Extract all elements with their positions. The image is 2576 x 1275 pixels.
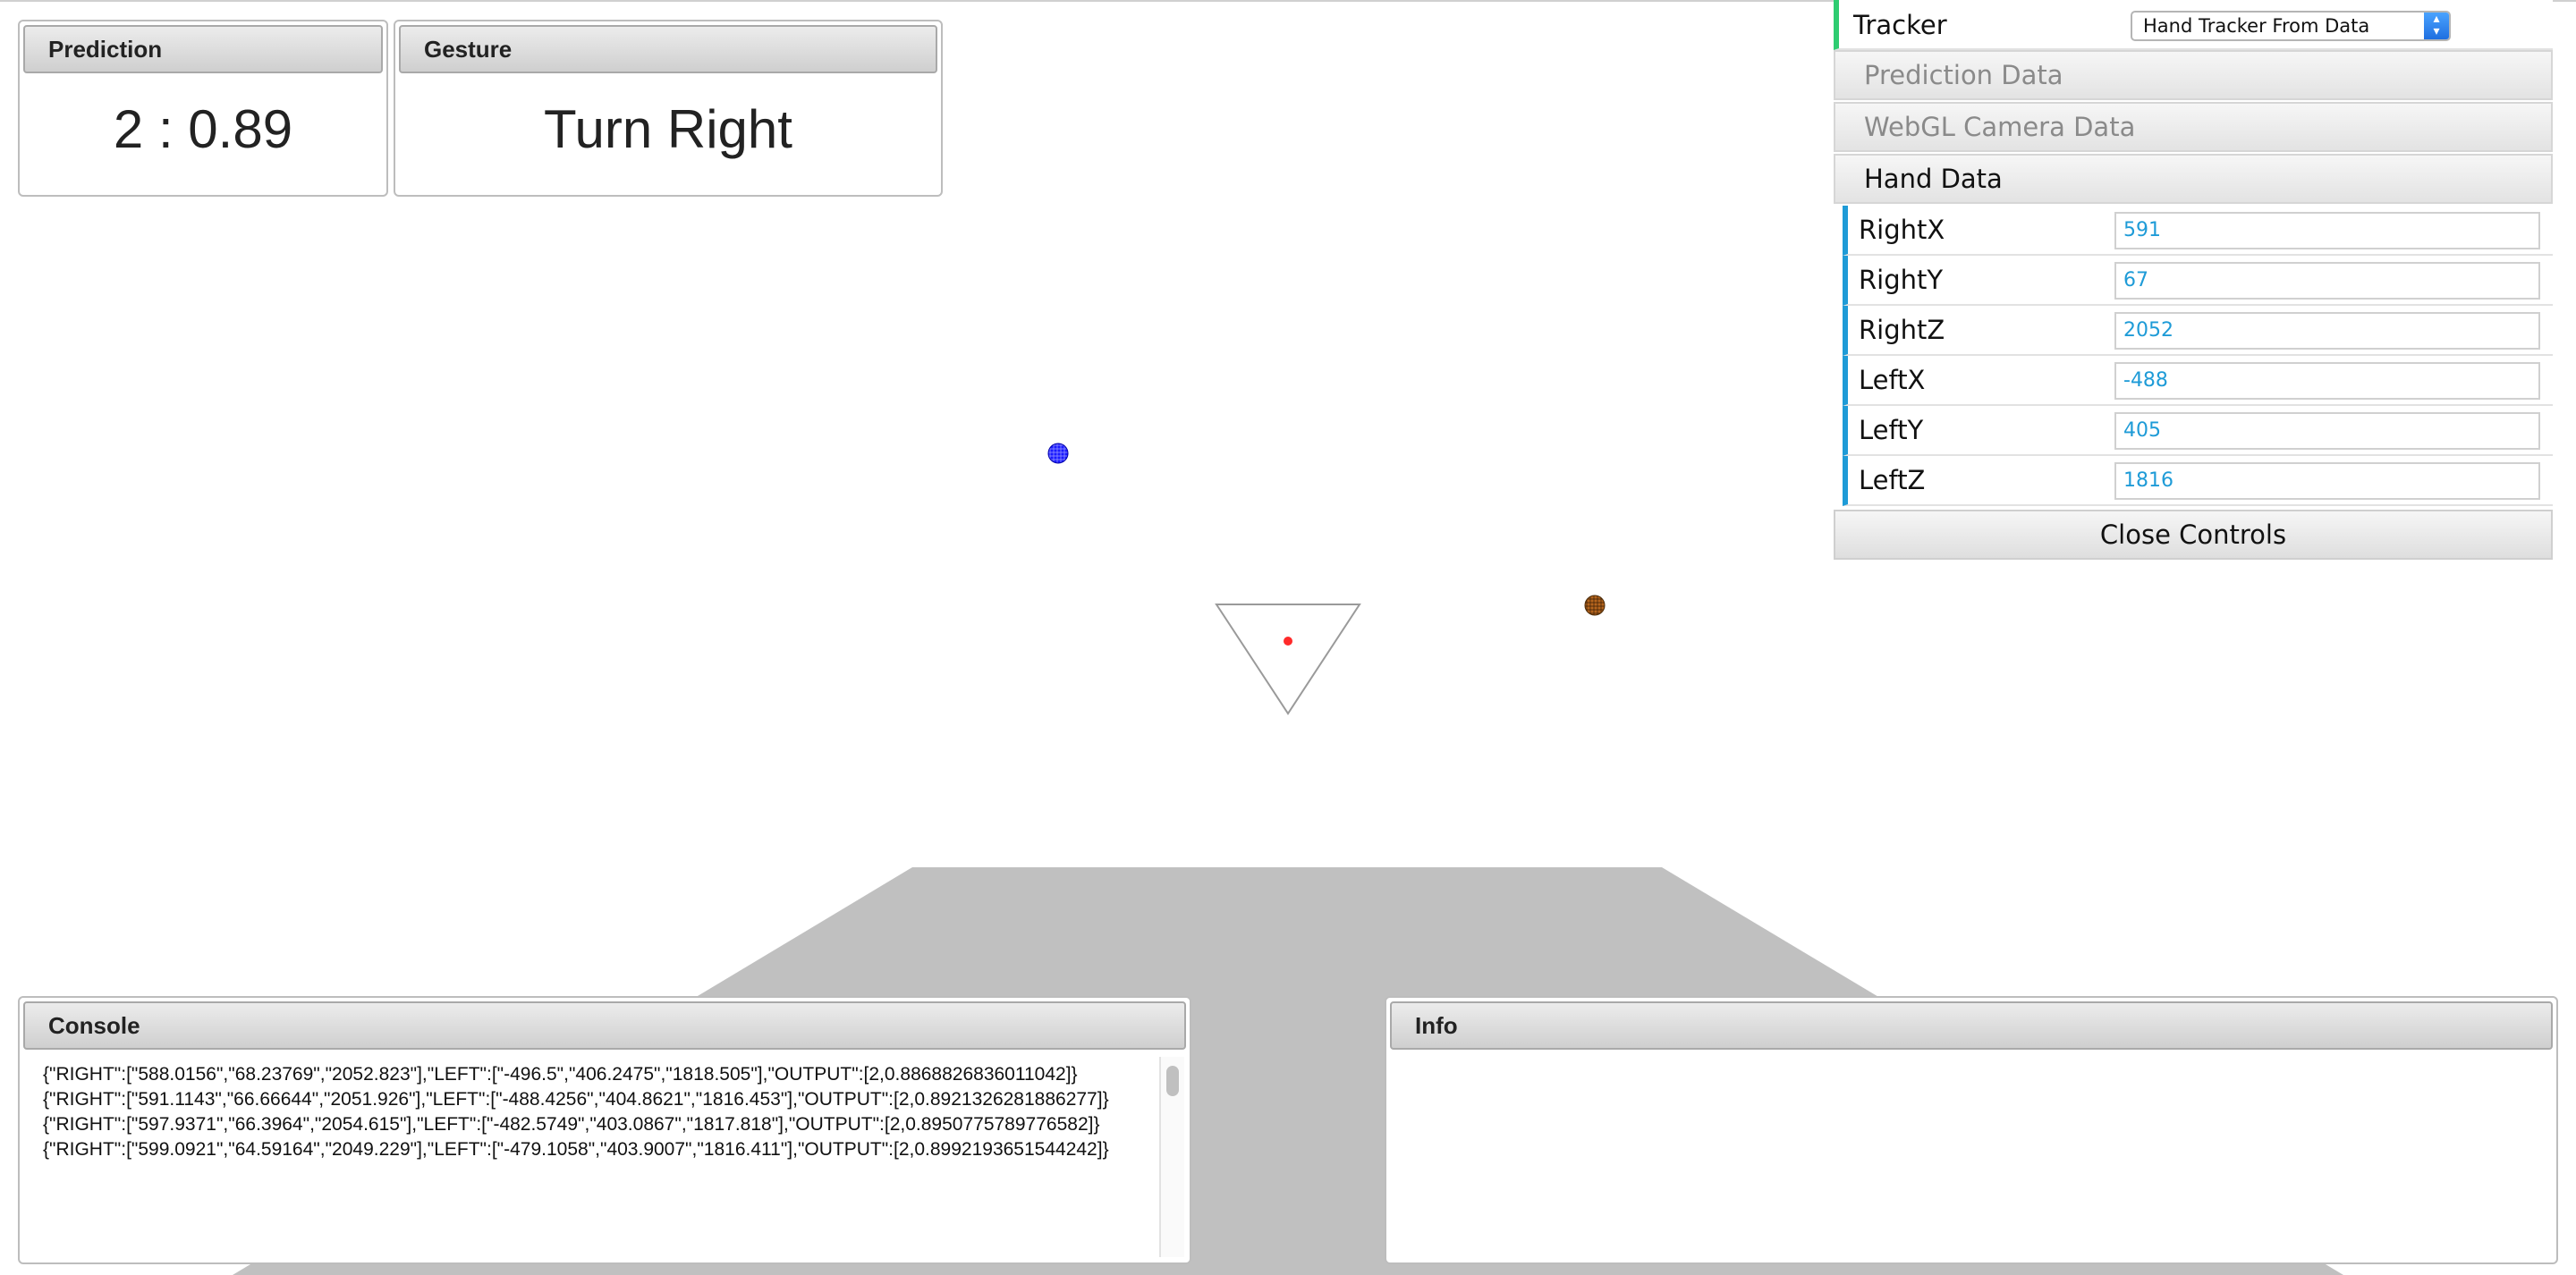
right-hand-sphere [1047,443,1069,464]
tracker-label: Tracker [1853,10,1947,40]
hand-data-row-leftx: LeftX -488 [1843,356,2553,406]
prediction-panel: Prediction 2 : 0.89 [18,20,388,197]
leftz-label: LeftZ [1859,465,1926,495]
rightz-label: RightZ [1859,315,1945,345]
controls-panel: Tracker Hand Tracker From Data ▴ ▾ Predic… [1834,0,2553,560]
console-panel-title: Console [23,1001,1186,1050]
camera-point [1284,637,1292,646]
righty-label: RightY [1859,265,1944,295]
leftx-label: LeftX [1859,365,1926,395]
console-panel: Console {"RIGHT":["588.0156","68.23769",… [18,996,1191,1264]
rightz-input[interactable]: 2052 [2114,312,2540,350]
info-panel-title: Info [1390,1001,2553,1050]
console-line: {"RIGHT":["597.9371","66.3964","2054.615… [43,1114,1100,1135]
hand-data-row-rightx: RightX 591 [1843,206,2553,256]
righty-input[interactable]: 67 [2114,262,2540,300]
gesture-panel: Gesture Turn Right [394,20,943,197]
gesture-panel-title: Gesture [399,25,937,73]
tracker-select-value: Hand Tracker From Data [2143,15,2370,37]
console-line: {"RIGHT":["588.0156","68.23769","2052.82… [43,1064,1078,1085]
gesture-value: Turn Right [544,99,792,159]
leftz-input[interactable]: 1816 [2114,462,2540,500]
hand-data-row-rightz: RightZ 2052 [1843,306,2553,356]
close-controls-button[interactable]: Close Controls [1834,510,2553,560]
folder-webgl-camera-data[interactable]: WebGL Camera Data [1834,102,2553,152]
tracker-select[interactable]: Hand Tracker From Data ▴ ▾ [2131,11,2451,41]
folder-hand-data[interactable]: Hand Data [1834,154,2553,204]
left-hand-sphere [1584,595,1606,616]
info-panel: Info [1385,996,2558,1264]
select-arrows-icon: ▴ ▾ [2424,13,2449,39]
leftx-input[interactable]: -488 [2114,362,2540,400]
hand-data-row-lefty: LeftY 405 [1843,406,2553,456]
webgl-scene: Prediction 2 : 0.89 Gesture Turn Right T… [0,0,2576,1275]
rightx-input[interactable]: 591 [2114,212,2540,249]
lefty-input[interactable]: 405 [2114,412,2540,450]
console-scroll-thumb[interactable] [1166,1066,1179,1096]
console-scrollbar[interactable] [1159,1057,1184,1257]
console-log: {"RIGHT":["588.0156","68.23769","2052.82… [43,1064,1157,1254]
folder-prediction-data[interactable]: Prediction Data [1834,50,2553,100]
console-line: {"RIGHT":["599.0921","64.59164","2049.22… [43,1139,1109,1160]
lefty-label: LeftY [1859,415,1924,445]
prediction-panel-title: Prediction [23,25,383,73]
camera-frustum [1215,604,1361,715]
hand-data-row-leftz: LeftZ 1816 [1843,456,2553,506]
rightx-label: RightX [1859,215,1945,245]
prediction-value: 2 : 0.89 [113,99,293,159]
console-line: {"RIGHT":["591.1143","66.66644","2051.92… [43,1089,1109,1110]
tracker-row: Tracker Hand Tracker From Data ▴ ▾ [1834,0,2553,50]
hand-data-row-righty: RightY 67 [1843,256,2553,306]
